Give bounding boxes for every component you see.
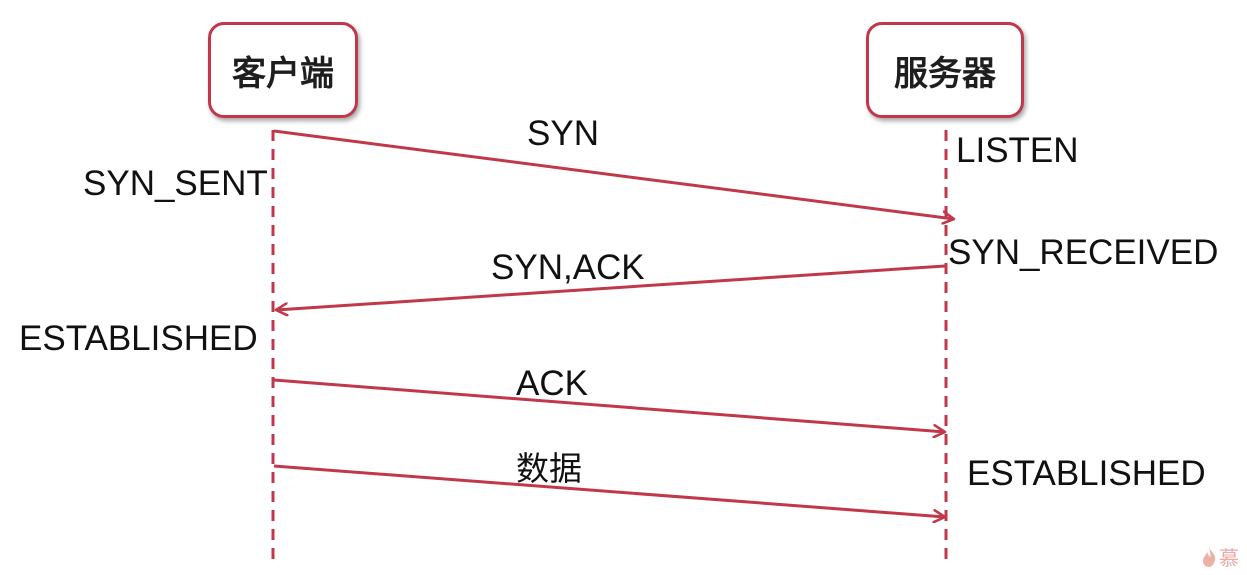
server-box: 服务器: [866, 22, 1024, 118]
tcp-handshake-diagram: 客户端 服务器 SYN SYN,ACK ACK 数据 SYN_SENT ESTA…: [0, 0, 1247, 575]
watermark-text: 慕: [1219, 546, 1239, 570]
server-state-syn-received: SYN_RECEIVED: [948, 233, 1219, 272]
arrow-ack: [273, 378, 945, 432]
flame-icon: [1203, 546, 1216, 567]
arrow-syn: [273, 129, 954, 219]
client-state-syn-sent: SYN_SENT: [83, 164, 268, 203]
message-label-syn-ack: SYN,ACK: [491, 248, 645, 287]
message-label-data: 数据: [516, 449, 582, 488]
server-state-established: ESTABLISHED: [967, 454, 1206, 493]
message-label-ack: ACK: [516, 364, 588, 403]
message-label-syn: SYN: [527, 114, 599, 153]
watermark-logo: 慕: [1201, 542, 1239, 571]
server-label: 服务器: [894, 53, 996, 94]
client-label: 客户端: [232, 53, 334, 94]
arrow-data: [273, 464, 945, 517]
server-state-listen: LISTEN: [956, 131, 1079, 170]
client-state-established: ESTABLISHED: [19, 319, 258, 358]
client-box: 客户端: [208, 22, 358, 118]
